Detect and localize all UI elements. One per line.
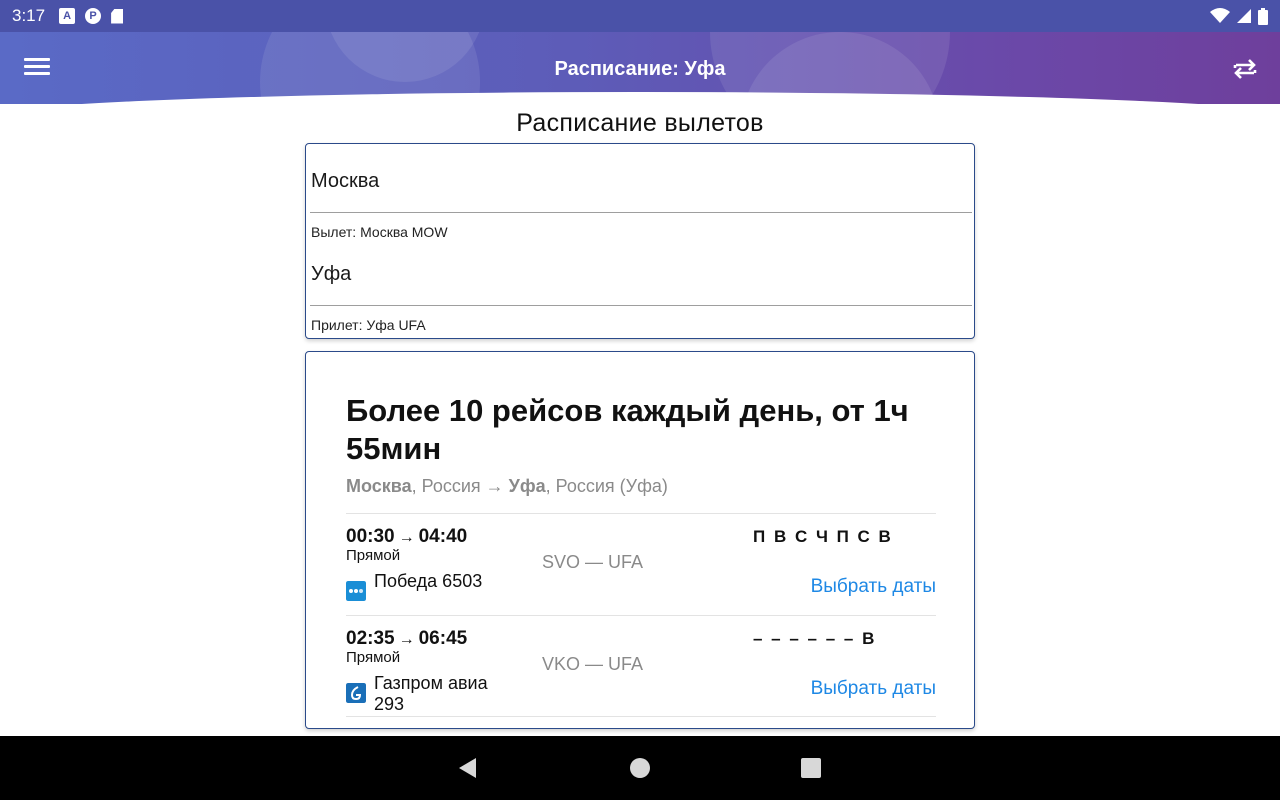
cellular-signal-icon	[1237, 9, 1251, 23]
depart-time: 02:35	[346, 628, 395, 649]
flight-row[interactable]: 00:30 → 04:40 Прямой Победа 6503 SVO — UFA…	[346, 513, 936, 615]
back-triangle-icon[interactable]	[456, 756, 480, 780]
pobeda-logo-icon	[346, 581, 366, 601]
swap-direction-icon[interactable]	[1230, 54, 1260, 84]
choose-dates-link[interactable]: Выбрать даты	[811, 678, 936, 700]
flight-weekdays: – – – – – – В	[753, 629, 877, 648]
wifi-icon	[1210, 8, 1230, 23]
to-field-hint: Прилет: Уфа UFA	[311, 317, 426, 333]
route-arrow: →	[480, 476, 509, 496]
system-nav-bar	[0, 736, 1280, 800]
route-to-city: Уфа	[508, 476, 546, 496]
flights-card: Более 10 рейсов каждый день, от 1ч 55мин…	[305, 351, 975, 729]
recents-square-icon[interactable]	[799, 756, 823, 780]
to-city-field[interactable]: Уфа	[311, 263, 971, 292]
flight-times: 02:35 → 06:45	[346, 628, 467, 650]
a-icon: A	[59, 8, 76, 24]
battery-icon	[1258, 7, 1268, 25]
airline-name: Газпром авиа 293	[374, 673, 488, 714]
route-from-city: Москва	[346, 476, 412, 496]
time-arrow: →	[398, 631, 415, 648]
status-bar: 3:17 A P	[0, 0, 1280, 32]
from-field-hint: Вылет: Москва MOW	[311, 224, 448, 240]
depart-time: 00:30	[346, 526, 395, 547]
time-arrow: →	[398, 529, 415, 546]
home-circle-icon[interactable]	[628, 756, 652, 780]
flight-type: Прямой	[346, 547, 401, 564]
flight-weekdays: П В С Ч П С В	[753, 527, 893, 546]
choose-dates-link[interactable]: Выбрать даты	[811, 576, 936, 598]
route-to-country: , Россия (Уфа)	[545, 476, 668, 496]
flight-row[interactable]: 02:35 → 06:45 Прямой Газпром авиа 293 VKO …	[346, 615, 936, 717]
route-from-country: , Россия	[411, 476, 481, 496]
app-title: Расписание: Уфа	[554, 58, 726, 80]
p-icon: P	[85, 8, 102, 24]
airline-name: Победа 6503	[374, 571, 483, 591]
arrive-time: 06:45	[418, 628, 468, 649]
status-time: 3:17	[12, 6, 46, 25]
gazprom-avia-logo-icon	[346, 683, 366, 703]
flight-type: Прямой	[346, 649, 401, 666]
section-title: Расписание вылетов	[516, 109, 764, 137]
from-field-underline	[310, 212, 972, 213]
to-field-underline	[310, 305, 972, 306]
flights-route-line: Москва, Россия → Уфа, Россия (Уфа)	[346, 476, 668, 497]
sd-card-icon	[111, 8, 124, 24]
from-city-field[interactable]: Москва	[311, 170, 971, 199]
flights-summary-heading: Более 10 рейсов каждый день, от 1ч 55мин	[346, 393, 909, 466]
route-card: Москва Вылет: Москва MOW Уфа Прилет: Уфа…	[305, 143, 975, 339]
flight-times: 00:30 → 04:40	[346, 526, 467, 548]
arrive-time: 04:40	[418, 526, 468, 547]
flight-airports: VKO — UFA	[542, 654, 644, 674]
flight-airports: SVO — UFA	[542, 552, 644, 572]
